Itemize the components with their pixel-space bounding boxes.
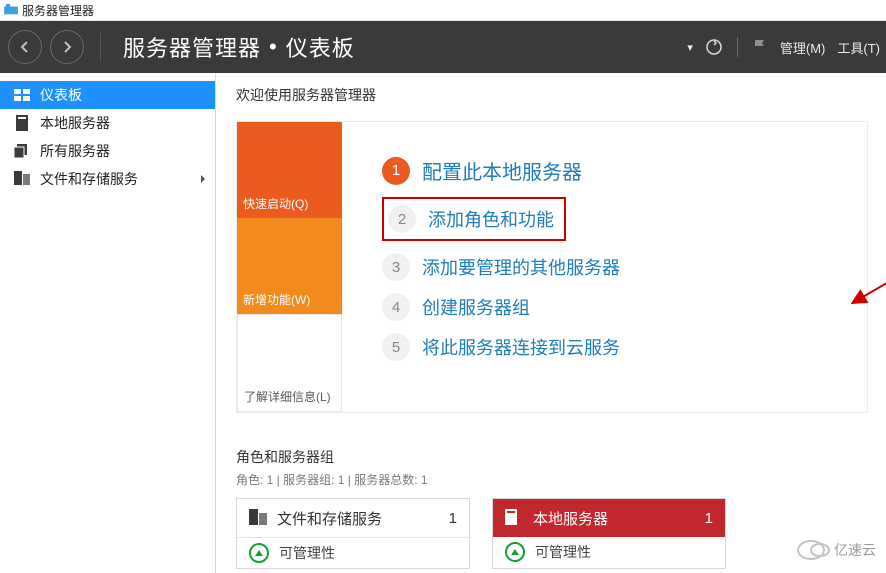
quickstart-tab-learnmore[interactable]: 了解详细信息(L)	[237, 314, 342, 412]
tile-row-manageability[interactable]: 可管理性	[493, 537, 725, 567]
tile-storage[interactable]: 文件和存储服务 1 可管理性	[236, 498, 470, 569]
step-number: 1	[382, 157, 410, 185]
step-cloud[interactable]: 5 将此服务器连接到云服务	[382, 333, 867, 361]
sidebar-item-local-server[interactable]: 本地服务器	[0, 109, 215, 137]
sidebar: 仪表板 本地服务器 所有服务器 文件和存储服务	[0, 73, 216, 573]
tile-count: 1	[449, 510, 457, 527]
quickstart-tab-quickstart[interactable]: 快速启动(Q)	[237, 122, 342, 218]
step-create-group[interactable]: 4 创建服务器组	[382, 293, 867, 321]
storage-icon	[14, 171, 30, 188]
divider	[100, 33, 101, 61]
step-number: 4	[382, 293, 410, 321]
divider	[737, 37, 738, 57]
app-icon	[4, 4, 18, 16]
quickstart-left: 快速启动(Q) 新增功能(W) 了解详细信息(L)	[237, 122, 342, 412]
main-content: 欢迎使用服务器管理器 快速启动(Q) 新增功能(W) 了解详细信息(L) 1 配…	[216, 73, 886, 573]
highlight-box: 2 添加角色和功能	[382, 197, 566, 241]
sidebar-item-all-servers[interactable]: 所有服务器	[0, 137, 215, 165]
step-label: 创建服务器组	[422, 294, 530, 320]
breadcrumb-separator: •	[269, 34, 278, 60]
sidebar-item-storage[interactable]: 文件和存储服务	[0, 165, 215, 193]
dashboard-icon	[14, 87, 30, 103]
dropdown-indicator[interactable]: ▾	[685, 37, 695, 58]
tile-row-label: 可管理性	[279, 543, 335, 563]
window-title: 服务器管理器	[22, 2, 94, 19]
step-add-servers[interactable]: 3 添加要管理的其他服务器	[382, 253, 867, 281]
step-label: 添加要管理的其他服务器	[422, 254, 620, 280]
window-titlebar: 服务器管理器	[0, 0, 886, 21]
tile-row-label: 可管理性	[535, 542, 591, 562]
storage-icon	[249, 509, 267, 527]
tile-local-server[interactable]: 本地服务器 1 可管理性	[492, 498, 726, 569]
servers-icon	[14, 143, 30, 159]
sidebar-item-label: 所有服务器	[40, 141, 110, 161]
breadcrumb-app[interactable]: 服务器管理器	[123, 31, 261, 63]
back-button[interactable]	[8, 30, 42, 64]
breadcrumb-page[interactable]: 仪表板	[286, 31, 355, 63]
tile-header: 文件和存储服务 1	[237, 499, 469, 538]
tiles-row: 文件和存储服务 1 可管理性 本地服务器 1 可管理性	[236, 498, 868, 569]
sidebar-item-label: 仪表板	[40, 85, 82, 105]
step-number: 2	[388, 205, 416, 233]
step-label: 配置此本地服务器	[422, 156, 582, 185]
roles-title: 角色和服务器组	[236, 447, 868, 467]
tile-title: 本地服务器	[533, 508, 608, 529]
tile-header: 本地服务器 1	[493, 499, 725, 537]
sidebar-item-label: 本地服务器	[40, 113, 110, 133]
step-label: 将此服务器连接到云服务	[422, 334, 620, 360]
server-icon	[505, 509, 523, 527]
menu-tools[interactable]: 工具(T)	[835, 34, 882, 61]
quickstart-tab-whatsnew[interactable]: 新增功能(W)	[237, 218, 342, 314]
refresh-button[interactable]	[703, 34, 725, 60]
status-up-icon	[505, 542, 525, 562]
step-number: 3	[382, 253, 410, 281]
step-add-roles[interactable]: 2 添加角色和功能	[388, 205, 554, 233]
status-up-icon	[249, 543, 269, 563]
tile-row-manageability[interactable]: 可管理性	[237, 538, 469, 568]
menu-manage[interactable]: 管理(M)	[778, 34, 828, 61]
watermark: 亿速云	[796, 535, 880, 568]
roles-subtitle: 角色: 1 | 服务器组: 1 | 服务器总数: 1	[236, 471, 868, 488]
sidebar-item-dashboard[interactable]: 仪表板	[0, 81, 215, 109]
step-configure-local[interactable]: 1 配置此本地服务器	[382, 156, 867, 185]
quickstart-panel: 快速启动(Q) 新增功能(W) 了解详细信息(L) 1 配置此本地服务器 2 添…	[236, 121, 868, 413]
welcome-title: 欢迎使用服务器管理器	[236, 85, 868, 105]
server-icon	[14, 115, 30, 131]
header-tools: ▾ 管理(M) 工具(T)	[685, 34, 886, 61]
step-number: 5	[382, 333, 410, 361]
quickstart-steps: 1 配置此本地服务器 2 添加角色和功能 3 添加要管理的其他服务器 4 创建服…	[342, 122, 867, 412]
svg-text:亿速云: 亿速云	[834, 542, 876, 558]
step-label: 添加角色和功能	[428, 206, 554, 232]
breadcrumb: 服务器管理器 • 仪表板	[123, 31, 355, 63]
flag-icon[interactable]	[750, 34, 770, 60]
header-bar: 服务器管理器 • 仪表板 ▾ 管理(M) 工具(T)	[0, 21, 886, 73]
sidebar-item-label: 文件和存储服务	[40, 169, 138, 189]
forward-button[interactable]	[50, 30, 84, 64]
tile-title: 文件和存储服务	[277, 508, 382, 529]
tile-count: 1	[705, 510, 713, 527]
